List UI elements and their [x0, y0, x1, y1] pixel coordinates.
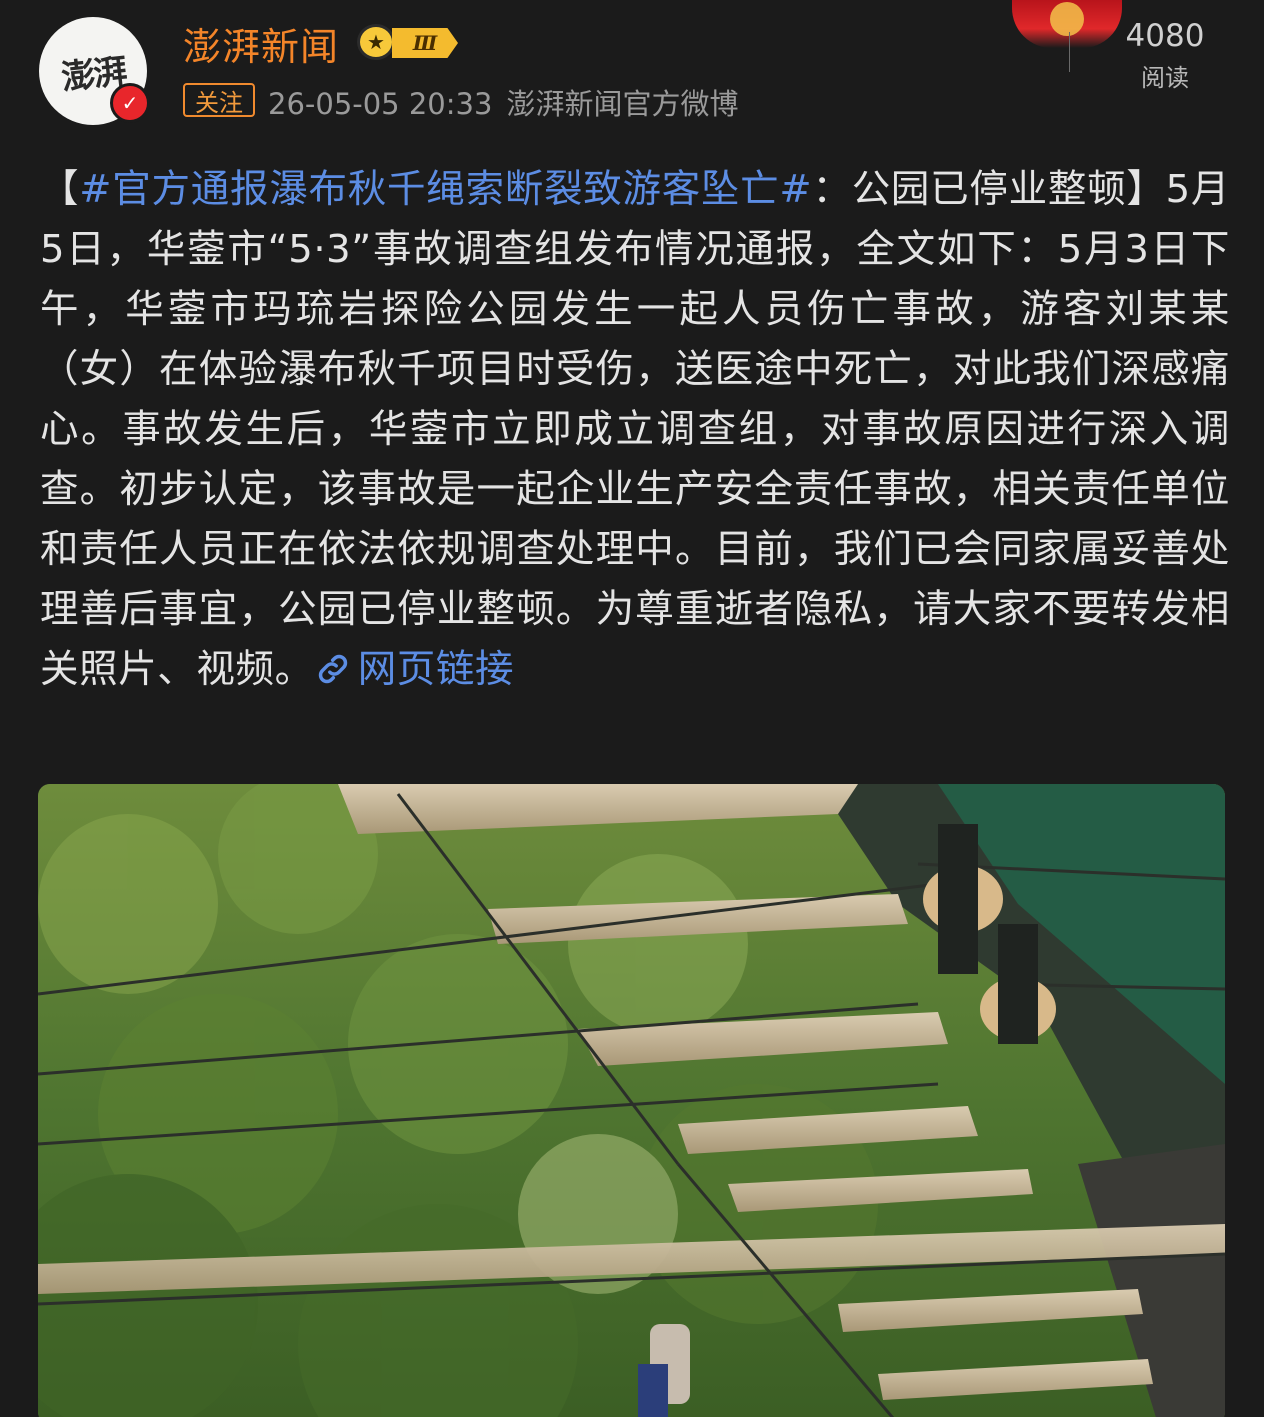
post-body: ：公园已停业整顿】5月5日，华蓥市“5·3”事故调查组发布情况通报，全文如下：5… — [40, 167, 1230, 692]
post-image[interactable] — [38, 784, 1225, 1417]
link-icon — [318, 654, 347, 684]
level-badge[interactable]: Ⅲ — [392, 28, 458, 58]
swing-bridge-photo — [38, 784, 1225, 1417]
hashtag-link[interactable]: #官方通报瀑布秋千绳索断裂致游客坠亡# — [79, 167, 812, 212]
crown-icon[interactable]: ★ — [357, 24, 395, 60]
post-meta: 26-05-05 20:33 澎湃新闻官方微博 — [268, 81, 738, 123]
avatar[interactable]: 澎湃 ✓ — [39, 17, 150, 125]
follow-button[interactable]: 关注 — [183, 83, 255, 117]
event-badge-image — [1012, 0, 1122, 48]
web-link-label: 网页链接 — [357, 647, 515, 692]
open-bracket: 【 — [40, 167, 80, 212]
reads-count: 4080 — [1125, 18, 1205, 54]
post-source: 澎湃新闻官方微博 — [506, 87, 739, 121]
badge-emblem-icon — [1050, 2, 1084, 36]
weibo-post: 澎湃 ✓ 澎湃新闻 ★ Ⅲ 关注 26-05-05 20:33 澎湃新闻官方微博 … — [0, 0, 1264, 1417]
post-content: 【#官方通报瀑布秋千绳索断裂致游客坠亡#：公园已停业整顿】5月5日，华蓥市“5·… — [40, 160, 1230, 700]
divider — [1069, 32, 1070, 72]
reads-label: 阅读 — [1141, 64, 1189, 92]
verified-icon: ✓ — [110, 83, 150, 123]
account-name[interactable]: 澎湃新闻 — [183, 16, 339, 71]
post-timestamp: 26-05-05 20:33 — [268, 87, 493, 121]
web-link[interactable]: 网页链接 — [314, 647, 514, 692]
